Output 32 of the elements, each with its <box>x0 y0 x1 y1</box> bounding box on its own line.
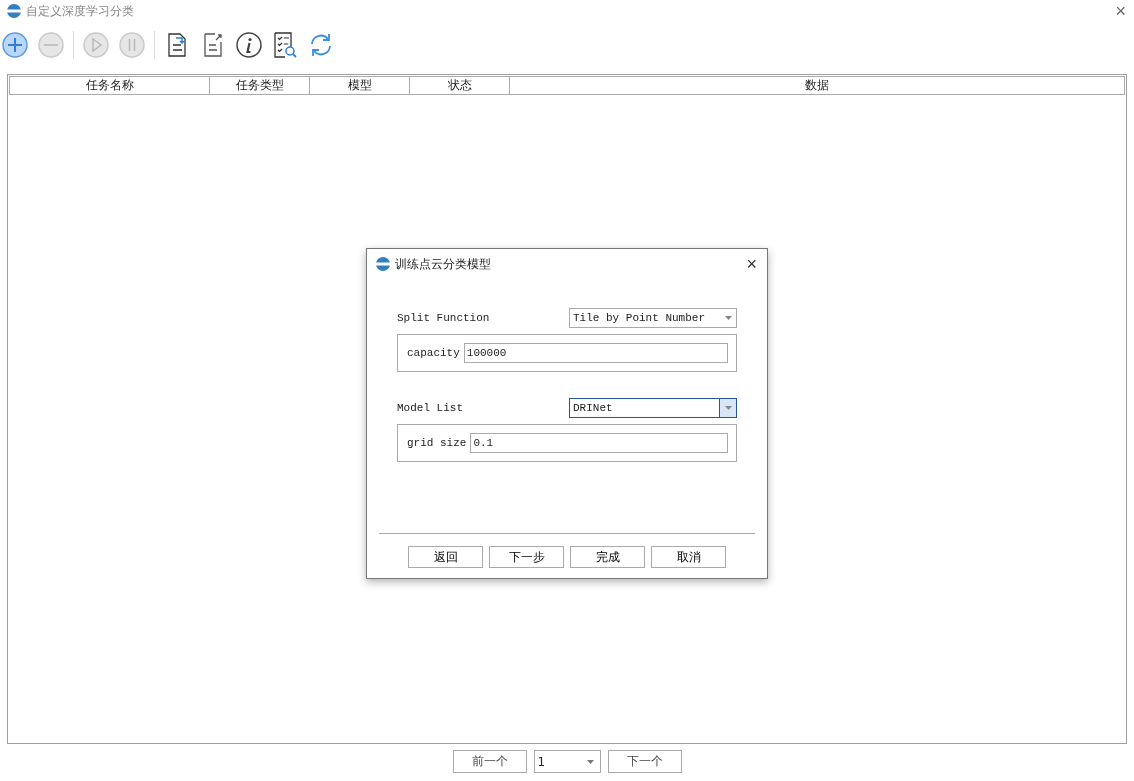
dialog-button[interactable]: 取消 <box>651 546 726 568</box>
page-dropdown[interactable]: 1 <box>533 750 601 773</box>
input-field[interactable]: 0.1 <box>470 433 728 453</box>
close-button[interactable]: × <box>744 253 759 275</box>
checklist-button[interactable] <box>271 31 299 59</box>
app-logo-icon <box>375 256 391 272</box>
column-header[interactable]: 状态 <box>410 77 510 94</box>
app-logo-icon <box>6 3 22 19</box>
column-header[interactable]: 任务名称 <box>10 77 210 94</box>
field-label: grid size <box>407 437 467 449</box>
field-label: Model List <box>397 402 463 414</box>
column-header[interactable]: 模型 <box>310 77 410 94</box>
caret-icon <box>724 316 732 320</box>
column-header[interactable]: 数据 <box>510 77 1124 94</box>
caret-icon <box>724 406 732 410</box>
dropdown[interactable]: DRINet <box>569 398 737 418</box>
window-title: 自定义深度学习分类 <box>26 2 134 20</box>
previous-button[interactable]: 前一个 <box>452 750 527 773</box>
input-field[interactable]: 100000 <box>463 343 728 363</box>
dialog-title: 训练点云分类模型 <box>395 255 491 273</box>
field-label: capacity <box>407 347 460 359</box>
dropdown[interactable]: Tile by Point Number <box>569 308 737 328</box>
caret-icon <box>586 759 594 764</box>
add-button[interactable] <box>1 31 29 59</box>
dialog-button[interactable]: 完成 <box>570 546 645 568</box>
dialog-button[interactable]: 返回 <box>408 546 483 568</box>
close-button[interactable]: × <box>1113 2 1128 20</box>
field-label: Split Function <box>397 312 490 324</box>
dialog-button[interactable]: 下一步 <box>489 546 564 568</box>
next-button[interactable]: 下一个 <box>607 750 682 773</box>
column-header[interactable]: 任务类型 <box>210 77 310 94</box>
info-button[interactable] <box>235 31 263 59</box>
